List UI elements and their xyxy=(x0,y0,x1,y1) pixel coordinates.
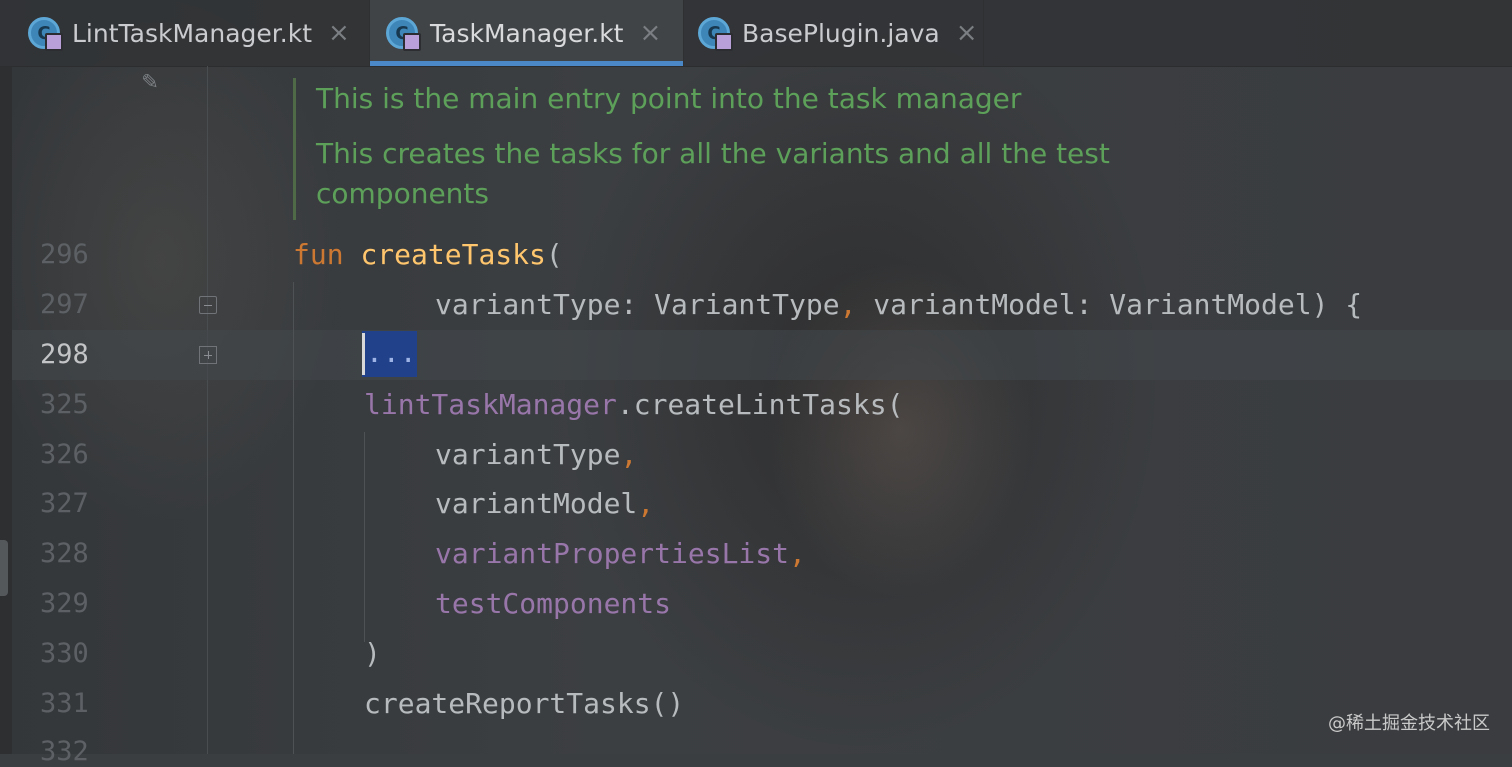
fold-plus-icon[interactable] xyxy=(199,346,217,364)
doc-comment-bar xyxy=(293,78,296,220)
code-punct: , xyxy=(789,537,806,570)
code-line[interactable]: createReportTasks() xyxy=(364,687,684,720)
tab-taskmanager[interactable]: C TaskManager.kt × xyxy=(370,0,684,66)
line-number: 331 xyxy=(40,688,89,719)
readonly-lock-icon xyxy=(403,33,421,51)
argument: variantType xyxy=(435,438,621,471)
line-number: 329 xyxy=(40,588,89,619)
keyword: fun xyxy=(293,238,344,271)
close-icon[interactable]: × xyxy=(956,18,978,48)
current-line-highlight xyxy=(12,330,1512,380)
line-number: 330 xyxy=(40,638,89,669)
code-punct: ( xyxy=(545,238,563,271)
tab-label: BasePlugin.java xyxy=(742,18,940,48)
code-line[interactable]: variantPropertiesList, xyxy=(435,537,806,570)
kotlin-class-icon: C xyxy=(28,17,63,51)
line-number: 332 xyxy=(40,736,89,767)
code-line[interactable]: variantModel, xyxy=(435,487,654,520)
indent-guide xyxy=(293,282,294,754)
java-class-icon: C xyxy=(698,17,733,51)
tab-baseplugin[interactable]: C BasePlugin.java × xyxy=(684,0,984,66)
argument: variantModel xyxy=(435,487,638,520)
line-number: 327 xyxy=(40,488,89,519)
code-punct: , xyxy=(839,288,857,321)
line-number: 326 xyxy=(40,439,89,470)
close-icon[interactable]: × xyxy=(639,18,661,48)
code-line[interactable]: ) xyxy=(364,637,381,670)
line-number: 297 xyxy=(40,289,89,320)
line-number: 296 xyxy=(40,239,89,270)
parameter: variantType: VariantType xyxy=(435,288,840,321)
code-punct: , xyxy=(620,438,638,471)
kotlin-class-icon: C xyxy=(386,17,421,51)
method-call: createReportTasks() xyxy=(364,687,685,720)
readonly-lock-icon xyxy=(45,33,63,51)
pencil-icon[interactable]: ✎ xyxy=(142,66,172,96)
line-number-current: 298 xyxy=(40,339,89,370)
doc-comment-line: This creates the tasks for all the varia… xyxy=(316,137,1110,170)
tab-linttaskmanager[interactable]: C LintTaskManager.kt × xyxy=(0,0,370,66)
argument: testComponents xyxy=(435,587,672,620)
code-line[interactable]: variantType: VariantType, variantModel: … xyxy=(435,288,1362,321)
editor-tab-bar: C LintTaskManager.kt × C TaskManager.kt … xyxy=(0,0,1512,67)
close-icon[interactable]: × xyxy=(328,18,350,48)
doc-comment-line: components xyxy=(316,177,489,210)
code-punct: , xyxy=(637,487,655,520)
watermark: @稀土掘金技术社区 xyxy=(1328,713,1490,734)
fold-minus-icon[interactable] xyxy=(199,296,217,314)
line-number: 325 xyxy=(40,389,89,420)
tab-label: LintTaskManager.kt xyxy=(72,18,312,48)
left-tool-strip xyxy=(0,66,12,754)
function-name: createTasks xyxy=(360,238,546,271)
line-number: 328 xyxy=(40,538,89,569)
tab-label: TaskManager.kt xyxy=(430,18,624,48)
property-reference: lintTaskManager xyxy=(364,388,617,421)
indent-guide xyxy=(364,432,365,642)
code-punct: ) xyxy=(364,637,381,670)
argument: variantPropertiesList xyxy=(435,537,790,570)
code-line[interactable]: variantType, xyxy=(435,438,637,471)
code-line[interactable]: fun createTasks( xyxy=(293,238,563,271)
method-call: .createLintTasks( xyxy=(616,388,904,421)
parameter: variantModel: VariantModel) { xyxy=(856,288,1363,321)
gutter-separator xyxy=(207,66,208,754)
left-tool-handle[interactable] xyxy=(0,540,8,596)
readonly-lock-icon xyxy=(715,33,733,51)
folded-region[interactable]: ... xyxy=(362,331,417,377)
doc-comment-line: This is the main entry point into the ta… xyxy=(316,82,1022,115)
code-line[interactable]: testComponents xyxy=(435,587,671,620)
text-caret xyxy=(362,333,365,375)
code-line[interactable]: lintTaskManager.createLintTasks( xyxy=(364,388,903,421)
